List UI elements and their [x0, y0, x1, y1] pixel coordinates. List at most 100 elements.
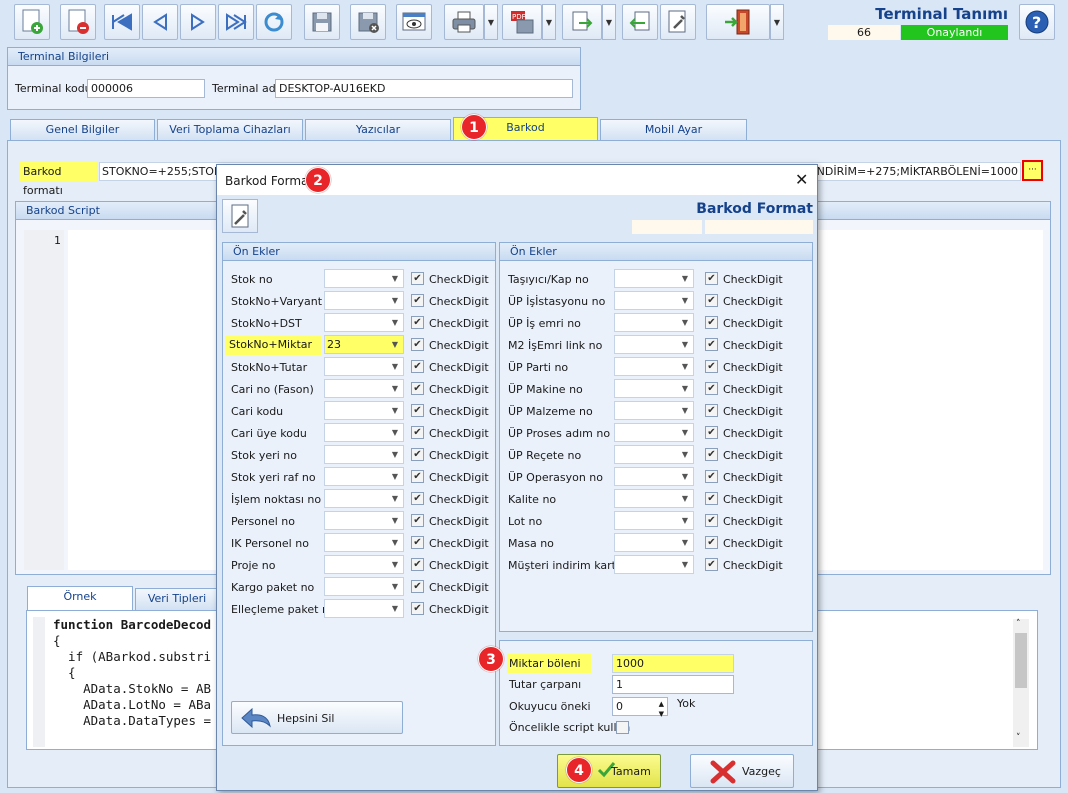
- chevron-down-icon[interactable]: ▼: [682, 336, 688, 353]
- save-button[interactable]: [304, 4, 340, 40]
- chevron-down-icon[interactable]: ▼: [392, 424, 398, 441]
- prefix-combo[interactable]: 23 ▼: [324, 335, 404, 354]
- tutar-carpani-input[interactable]: 1: [612, 675, 734, 694]
- preview-button[interactable]: [396, 4, 432, 40]
- checkdigit-checkbox[interactable]: ✔: [411, 404, 424, 417]
- checkdigit-checkbox[interactable]: ✔: [705, 294, 718, 307]
- checkdigit-checkbox[interactable]: ✔: [411, 338, 424, 351]
- spin-down-icon[interactable]: ▼: [659, 706, 664, 723]
- okuyucu-oneki-spinner[interactable]: 0 ▲ ▼: [612, 697, 668, 718]
- chevron-down-icon[interactable]: ▼: [392, 468, 398, 485]
- chevron-down-icon[interactable]: ▼: [392, 270, 398, 287]
- chevron-down-icon[interactable]: ▼: [682, 512, 688, 529]
- print-dropdown[interactable]: ▼: [484, 4, 498, 40]
- prefix-combo[interactable]: ▼: [324, 489, 404, 508]
- checkdigit-checkbox[interactable]: ✔: [705, 448, 718, 461]
- prefix-combo[interactable]: ▼: [614, 291, 694, 310]
- chevron-down-icon[interactable]: ▼: [392, 512, 398, 529]
- checkdigit-checkbox[interactable]: ✔: [411, 272, 424, 285]
- chevron-down-icon[interactable]: ▼: [682, 468, 688, 485]
- checkdigit-checkbox[interactable]: ✔: [705, 404, 718, 417]
- prefix-combo[interactable]: ▼: [614, 401, 694, 420]
- prefix-combo[interactable]: ▼: [324, 357, 404, 376]
- exit-button[interactable]: [706, 4, 770, 40]
- prefix-combo[interactable]: ▼: [324, 401, 404, 420]
- scroll-up-icon[interactable]: ˄: [1016, 619, 1021, 629]
- tab-ornek[interactable]: Örnek: [27, 586, 133, 610]
- prefix-combo[interactable]: ▼: [614, 445, 694, 464]
- cancel-button[interactable]: Vazgeç: [690, 754, 794, 788]
- pdf-dropdown[interactable]: ▼: [542, 4, 556, 40]
- chevron-down-icon[interactable]: ▼: [682, 314, 688, 331]
- prefix-combo[interactable]: ▼: [324, 555, 404, 574]
- first-record-button[interactable]: [104, 4, 140, 40]
- chevron-down-icon[interactable]: ▼: [682, 556, 688, 573]
- checkdigit-checkbox[interactable]: ✔: [411, 294, 424, 307]
- example-scrollbar[interactable]: ˄ ˅: [1013, 619, 1029, 747]
- checkdigit-checkbox[interactable]: ✔: [705, 338, 718, 351]
- prefix-combo[interactable]: ▼: [324, 599, 404, 618]
- terminal-name-input[interactable]: DESKTOP-AU16EKD: [275, 79, 573, 98]
- checkdigit-checkbox[interactable]: ✔: [411, 536, 424, 549]
- chevron-down-icon[interactable]: ▼: [392, 556, 398, 573]
- checkdigit-checkbox[interactable]: ✔: [705, 382, 718, 395]
- export-button[interactable]: [562, 4, 602, 40]
- import-button[interactable]: [622, 4, 658, 40]
- checkdigit-checkbox[interactable]: ✔: [411, 382, 424, 395]
- prefix-combo[interactable]: ▼: [614, 467, 694, 486]
- checkdigit-checkbox[interactable]: ✔: [705, 492, 718, 505]
- tools-button[interactable]: [660, 4, 696, 40]
- exit-dropdown[interactable]: ▼: [770, 4, 784, 40]
- prefix-combo[interactable]: ▼: [614, 511, 694, 530]
- terminal-code-input[interactable]: 000006: [87, 79, 205, 98]
- prefix-combo[interactable]: ▼: [324, 533, 404, 552]
- prefix-combo[interactable]: ▼: [614, 489, 694, 508]
- prefix-combo[interactable]: ▼: [324, 291, 404, 310]
- refresh-button[interactable]: [256, 4, 292, 40]
- checkdigit-checkbox[interactable]: ✔: [705, 470, 718, 483]
- checkdigit-checkbox[interactable]: ✔: [411, 448, 424, 461]
- chevron-down-icon[interactable]: ▼: [682, 292, 688, 309]
- checkdigit-checkbox[interactable]: ✔: [411, 360, 424, 373]
- dialog-tools-button[interactable]: [222, 199, 258, 233]
- prefix-combo[interactable]: ▼: [614, 357, 694, 376]
- chevron-down-icon[interactable]: ▼: [682, 534, 688, 551]
- checkdigit-checkbox[interactable]: ✔: [411, 514, 424, 527]
- previous-record-button[interactable]: [142, 4, 178, 40]
- prefix-combo[interactable]: ▼: [324, 313, 404, 332]
- checkdigit-checkbox[interactable]: ✔: [705, 272, 718, 285]
- tab-veri-tipleri[interactable]: Veri Tipleri: [135, 588, 219, 610]
- checkdigit-checkbox[interactable]: ✔: [705, 536, 718, 549]
- clear-all-button[interactable]: Hepsini Sil: [231, 701, 403, 734]
- prefix-combo[interactable]: ▼: [614, 533, 694, 552]
- chevron-down-icon[interactable]: ▼: [392, 402, 398, 419]
- chevron-down-icon[interactable]: ▼: [682, 358, 688, 375]
- export-dropdown[interactable]: ▼: [602, 4, 616, 40]
- tab-genel-bilgiler[interactable]: Genel Bilgiler: [10, 119, 155, 140]
- checkdigit-checkbox[interactable]: ✔: [411, 580, 424, 593]
- tab-veri-toplama[interactable]: Veri Toplama Cihazları: [157, 119, 303, 140]
- checkdigit-checkbox[interactable]: ✔: [411, 558, 424, 571]
- chevron-down-icon[interactable]: ▼: [682, 270, 688, 287]
- scroll-down-icon[interactable]: ˅: [1016, 733, 1021, 743]
- prefix-combo[interactable]: ▼: [324, 423, 404, 442]
- prefix-combo[interactable]: ▼: [614, 269, 694, 288]
- prefix-combo[interactable]: ▼: [324, 269, 404, 288]
- cancel-save-button[interactable]: [350, 4, 386, 40]
- chevron-down-icon[interactable]: ▼: [682, 402, 688, 419]
- chevron-down-icon[interactable]: ▼: [392, 358, 398, 375]
- checkdigit-checkbox[interactable]: ✔: [411, 316, 424, 329]
- prefix-combo[interactable]: ▼: [614, 555, 694, 574]
- print-button[interactable]: [444, 4, 484, 40]
- next-record-button[interactable]: [180, 4, 216, 40]
- tab-yazicilar[interactable]: Yazıcılar: [305, 119, 451, 140]
- close-icon[interactable]: ✕: [795, 170, 808, 189]
- oncelik-script-checkbox[interactable]: [616, 721, 629, 734]
- prefix-combo[interactable]: ▼: [324, 445, 404, 464]
- checkdigit-checkbox[interactable]: ✔: [411, 426, 424, 439]
- chevron-down-icon[interactable]: ▼: [682, 490, 688, 507]
- new-record-button[interactable]: [14, 4, 50, 40]
- last-record-button[interactable]: [218, 4, 254, 40]
- scrollbar-thumb[interactable]: [1015, 633, 1027, 688]
- chevron-down-icon[interactable]: ▼: [682, 380, 688, 397]
